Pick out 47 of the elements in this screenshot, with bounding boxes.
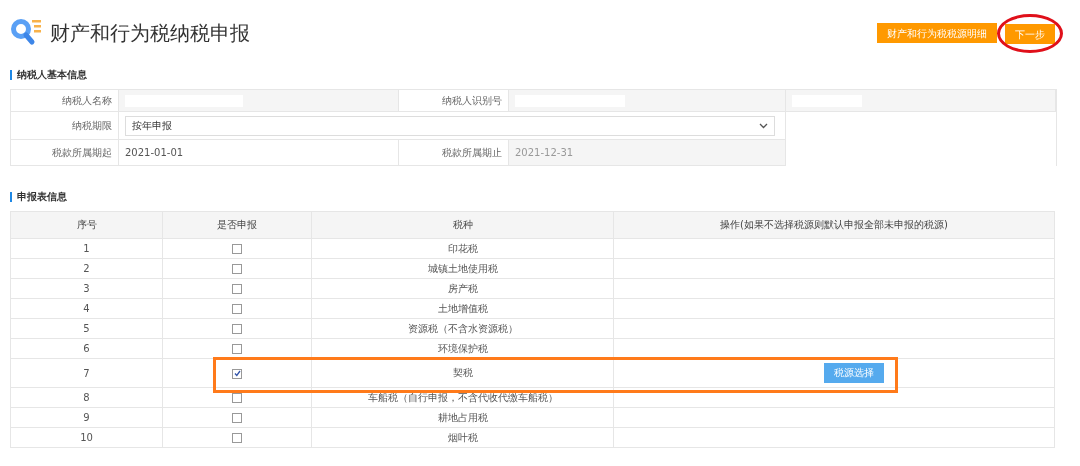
tax-type-cell: 印花税 bbox=[311, 238, 614, 259]
column-header: 序号 bbox=[10, 211, 163, 239]
checkbox[interactable] bbox=[232, 264, 242, 274]
checkbox[interactable] bbox=[232, 344, 242, 354]
search-list-icon bbox=[10, 18, 42, 48]
tax-type-cell: 车船税（自行申报，不含代收代缴车船税） bbox=[311, 387, 614, 408]
checkbox[interactable] bbox=[232, 304, 242, 314]
header-button[interactable]: 财产和行为税税源明细 bbox=[877, 23, 997, 43]
row-number-cell: 3 bbox=[10, 278, 163, 299]
tax-type-cell: 城镇土地使用税 bbox=[311, 258, 614, 279]
row-number-cell: 8 bbox=[10, 387, 163, 408]
row-number-cell: 6 bbox=[10, 338, 163, 359]
start-date-field[interactable]: 2021-01-01 bbox=[119, 140, 399, 166]
chevron-down-icon bbox=[759, 122, 768, 129]
checkbox[interactable] bbox=[232, 284, 242, 294]
row-number-cell: 7 bbox=[10, 358, 163, 388]
row-number-cell: 2 bbox=[10, 258, 163, 279]
row-number-cell: 1 bbox=[10, 238, 163, 259]
tax-type-cell: 资源税（不含水资源税） bbox=[311, 318, 614, 339]
name-field[interactable] bbox=[119, 90, 399, 112]
row-number-cell: 4 bbox=[10, 298, 163, 319]
column-header: 税种 bbox=[311, 211, 614, 239]
section-heading: 申报表信息 bbox=[10, 192, 1055, 202]
period-select[interactable]: 按年申报 bbox=[125, 115, 775, 136]
row-number-cell: 10 bbox=[10, 427, 163, 448]
extra-field[interactable] bbox=[786, 90, 1056, 112]
checkbox[interactable] bbox=[232, 244, 242, 254]
tax-source-button[interactable]: 税源选择 bbox=[824, 363, 884, 383]
column-header: 操作(如果不选择税源则默认申报全部未申报的税源) bbox=[613, 211, 1055, 239]
checkbox[interactable] bbox=[232, 368, 242, 379]
id-field[interactable] bbox=[509, 90, 786, 112]
column-header: 是否申报 bbox=[162, 211, 312, 239]
header-button[interactable]: 下一步 bbox=[1005, 23, 1055, 44]
tax-type-cell: 耕地占用税 bbox=[311, 407, 614, 428]
section-heading: 纳税人基本信息 bbox=[10, 70, 1055, 80]
tax-type-cell: 土地增值税 bbox=[311, 298, 614, 319]
checkbox[interactable] bbox=[232, 324, 242, 334]
tax-type-cell: 房产税 bbox=[311, 278, 614, 299]
checkbox[interactable] bbox=[232, 413, 242, 423]
tax-type-cell: 烟叶税 bbox=[311, 427, 614, 448]
tax-type-cell: 契税 bbox=[311, 358, 614, 388]
field-label: 纳税期限 bbox=[11, 112, 119, 140]
page-title: 财产和行为税纳税申报 bbox=[50, 19, 250, 47]
checkbox[interactable] bbox=[232, 393, 242, 403]
checkbox[interactable] bbox=[232, 433, 242, 443]
row-number-cell: 9 bbox=[10, 407, 163, 428]
row-number-cell: 5 bbox=[10, 318, 163, 339]
